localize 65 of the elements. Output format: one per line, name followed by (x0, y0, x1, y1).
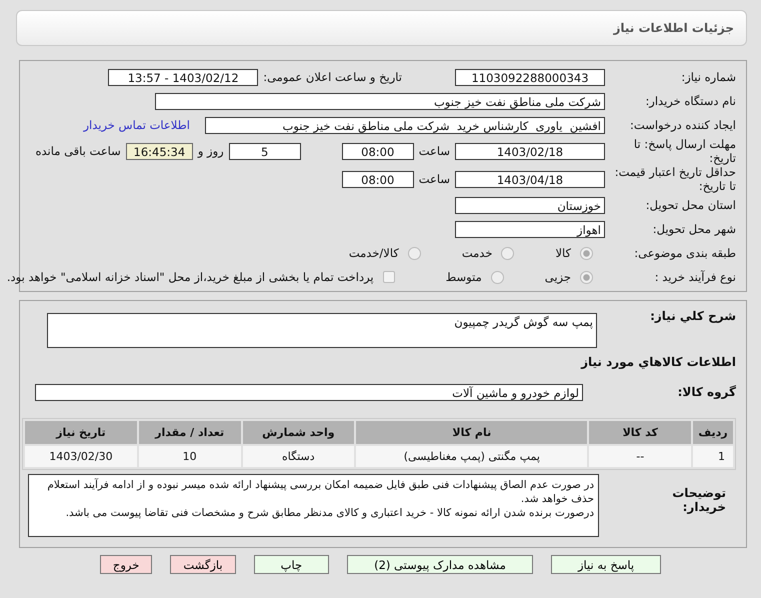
announce-date-field: 1403/02/12 - 13:57 (108, 68, 258, 86)
field-label: توضیحات خریدار: (671, 485, 727, 514)
province-field: خوزستان (455, 196, 605, 214)
column-header: تاریخ نیاز (25, 421, 137, 444)
table-cell: 1 (693, 446, 733, 467)
field-label: طبقه بندی موضوعی: (633, 246, 736, 260)
checkbox-label: پرداخت تمام یا بخشی از مبلغ خرید،از محل "اسناد خزانه اسلامی" خواهد بود. (6, 270, 374, 284)
field-label: گروه کالا: (676, 385, 736, 399)
radio-button[interactable] (580, 246, 593, 260)
days-label: روز و (198, 144, 224, 158)
action-button[interactable]: خروج (100, 555, 152, 574)
action-button[interactable]: بازگشت (170, 555, 236, 574)
table-cell: پمپ مگنتی (پمپ مغناطیسی) (356, 446, 588, 467)
action-button[interactable]: چاپ (254, 555, 330, 574)
radio-button[interactable] (580, 270, 593, 284)
requester-field: افشین یاوری کارشناس خرید شرکت ملی مناطق نفت خیز جنوب (205, 116, 605, 134)
need-number-field: 1103092288000343 (455, 68, 605, 86)
field-label: تاریخ و ساعت اعلان عمومی: (263, 70, 402, 84)
remaining-time-field: 16:45:34 (126, 142, 193, 160)
checkbox[interactable] (382, 271, 395, 283)
radio-button[interactable] (501, 246, 514, 260)
action-button[interactable]: مشاهده مدارک پیوستی (2) (347, 555, 533, 574)
field-label: شرح کلي نیاز: (649, 309, 736, 323)
field-label: استان محل تحویل: (644, 198, 736, 212)
field-label: نام دستگاه خریدار: (644, 94, 736, 108)
goods-group-field: لوازم خودرو و ماشین آلات (35, 384, 583, 400)
column-header: تعداد / مقدار (138, 421, 241, 444)
field-label: شهر محل تحویل: (652, 222, 736, 236)
table-cell: 10 (138, 446, 241, 467)
field-label: مهلت ارسال پاسخ: تا تاریخ: (632, 137, 736, 165)
option-label: کالا/خدمت (348, 246, 399, 260)
column-header: ردیف (693, 421, 733, 444)
option-label: متوسط (446, 270, 482, 284)
validity-date-field: 1403/04/18 (455, 170, 605, 188)
column-header: کد کالا (589, 421, 692, 444)
field-label: نوع فرآیند خرید : (654, 270, 736, 284)
radio-button[interactable] (408, 246, 421, 260)
notes-paragraph: درصورت برنده شدن ارائه نمونه کالا - خرید اعتباری و کالای مدنظر مطابق شرح و مشخصات فنی تقاضا پیوست می باشد. (64, 506, 594, 520)
deadline-time-field: 08:00 (342, 142, 414, 160)
city-field: اهواز (455, 220, 605, 238)
field-label: حداقل تاریخ اعتبار قیمت: تا تاریخ: (614, 165, 736, 193)
table-cell: دستگاه (242, 446, 354, 467)
time-label: ساعت (418, 172, 450, 186)
option-label: کالا (555, 246, 571, 260)
buyer-contact-link[interactable]: اطلاعات تماس خریدار (83, 118, 190, 132)
validity-time-field: 08:00 (342, 170, 414, 188)
days-field: 5 (228, 142, 301, 160)
action-button[interactable]: پاسخ به نیاز (550, 555, 662, 574)
time-label: ساعت (418, 144, 450, 158)
description-field: پمپ سه گوش گریدر چمپیون (47, 313, 597, 348)
buyer-name-field: شرکت ملی مناطق نفت خیز جنوب (155, 92, 605, 110)
radio-button[interactable] (490, 270, 504, 284)
option-label: خدمت (462, 246, 492, 260)
field-label: شماره نیاز: (680, 70, 736, 84)
field-label: ایجاد کننده درخواست: (629, 118, 736, 132)
table-cell: 1403/02/30 (25, 446, 137, 467)
notes-paragraph: در صورت عدم الصاق پیشنهادات فنی طبق فایل ضمیمه امکان بررسی پیشنهاد ارائه شده میسر نبوده و از ادامه فرآیند استعلام حذف خواهد شد. (46, 478, 594, 506)
table-cell: -- (589, 446, 692, 467)
page-title: جزئیات اطلاعات نیاز (613, 21, 734, 35)
option-label: جزیی (544, 270, 571, 284)
column-header: واحد شمارش (242, 421, 354, 444)
section-title: اطلاعات کالاهاي مورد نیاز (581, 355, 736, 369)
column-header: نام کالا (356, 421, 588, 444)
deadline-date-field: 1403/02/18 (455, 142, 605, 160)
remaining-label: ساعت باقی مانده (36, 144, 121, 158)
